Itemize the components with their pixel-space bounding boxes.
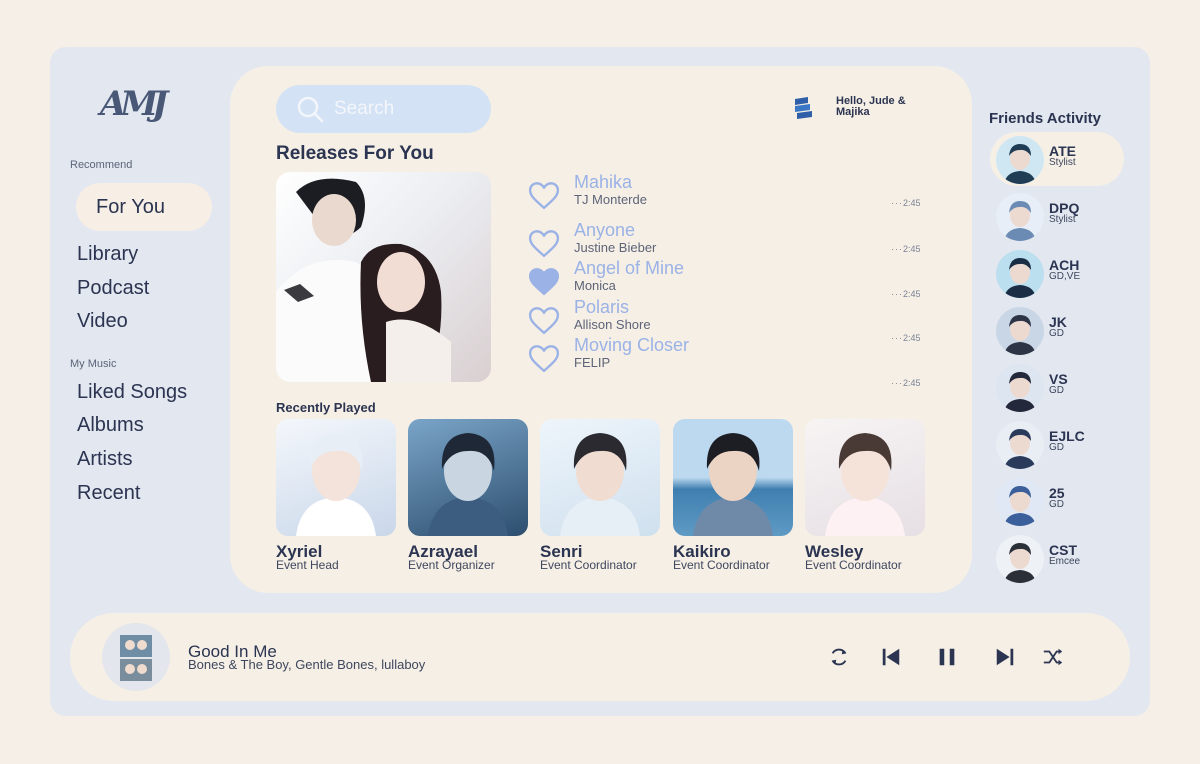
repeat-icon[interactable] [828,646,850,668]
avatar[interactable] [996,364,1044,412]
pause-icon[interactable] [936,646,958,668]
recent-card-role: Event Organizer [408,558,495,572]
avatar[interactable] [996,193,1044,241]
friend-role: GD,VE [1049,271,1081,282]
releases-heading: Releases For You [276,143,434,164]
recent-card-image[interactable] [540,419,660,536]
friends-heading: Friends Activity [989,110,1101,127]
song-artist: Allison Shore [574,317,651,332]
recent-card[interactable]: Kaikiro Event Coordinator [673,419,793,572]
heart-icon[interactable] [528,228,560,258]
search-input[interactable] [334,98,474,120]
friend-role: GD [1049,385,1064,396]
recent-card-role: Event Coordinator [540,558,637,572]
next-icon[interactable] [994,646,1016,668]
friend-role: Emcee [1049,556,1081,567]
now-playing-artist: Bones & The Boy, Gentle Bones, lullaboy [188,657,426,672]
song-artist: TJ Monterde [574,192,647,207]
recommend-label: Recommend [70,159,133,171]
song-artist: Monica [574,278,616,293]
song-row[interactable]: Mahika TJ Monterde ··· 2:45 [528,172,928,220]
search-icon [297,96,324,123]
now-playing-cover[interactable] [102,623,170,691]
friend-item[interactable]: VS GD [990,360,1124,414]
greeting-text: Hello, Jude & Majika [836,95,906,118]
song-duration: 2:45 [903,244,921,254]
friend-role: GD [1049,499,1064,510]
nav-albums[interactable]: Albums [77,414,144,437]
recent-card[interactable]: Wesley Event Coordinator [805,419,925,572]
recent-card-role: Event Coordinator [673,558,770,572]
friend-item[interactable]: CST Emcee [990,531,1124,585]
friend-role: GD [1049,328,1064,339]
song-artist: Justine Bieber [574,240,657,255]
nav-podcast[interactable]: Podcast [77,277,149,300]
recent-card[interactable]: Xyriel Event Head [276,419,396,572]
friend-item[interactable]: EJLC GD [990,417,1124,471]
song-artist: FELIP [574,355,611,370]
heart-filled-icon[interactable] [528,266,560,296]
more-icon[interactable]: ··· [891,244,903,254]
shuffle-icon[interactable] [1042,646,1064,668]
recent-card-image[interactable] [408,419,528,536]
app-logo[interactable]: AMJ [100,84,180,134]
song-title[interactable]: Anyone [574,220,635,241]
nav-video[interactable]: Video [77,310,128,333]
recent-card[interactable]: Azrayael Event Organizer [408,419,528,572]
music-logo-icon [795,97,812,119]
friend-item[interactable]: ACH GD,VE [990,246,1124,300]
nav-library[interactable]: Library [77,243,138,266]
recent-card-role: Event Head [276,558,339,572]
release-cover[interactable] [276,172,491,382]
user-greeting: Hello, Jude & Majika [792,95,926,119]
friend-role: Stylist [1049,157,1076,168]
song-duration: 2:45 [903,289,921,299]
now-playing-cover-image [120,635,152,681]
avatar[interactable] [996,136,1044,184]
previous-icon[interactable] [880,646,902,668]
nav-for-you[interactable]: For You [76,183,212,231]
friend-role: Stylist [1049,214,1076,225]
song-title[interactable]: Polaris [574,297,629,318]
song-title[interactable]: Angel of Mine [574,258,684,279]
recent-card-image[interactable] [673,419,793,536]
nav-artists[interactable]: Artists [77,448,133,471]
song-row[interactable]: Moving Closer FELIP ··· 2:45 [528,335,928,388]
nav-liked-songs[interactable]: Liked Songs [77,381,187,404]
avatar[interactable] [996,478,1044,526]
avatar[interactable] [996,421,1044,469]
song-duration: 2:45 [903,378,921,388]
search-bar[interactable] [276,85,491,133]
recent-card-image[interactable] [276,419,396,536]
song-title[interactable]: Moving Closer [574,335,689,356]
nav-recent[interactable]: Recent [77,482,140,505]
song-duration: 2:45 [903,333,921,343]
friend-item[interactable]: 25 GD [990,474,1124,528]
recent-card-image[interactable] [805,419,925,536]
more-icon[interactable]: ··· [891,198,903,208]
friend-item[interactable]: JK GD [990,303,1124,357]
recent-card[interactable]: Senri Event Coordinator [540,419,660,572]
recently-played-heading: Recently Played [276,400,376,415]
recent-card-role: Event Coordinator [805,558,902,572]
avatar[interactable] [996,307,1044,355]
heart-icon[interactable] [528,180,560,210]
more-icon[interactable]: ··· [891,289,903,299]
more-icon[interactable]: ··· [891,333,903,343]
friend-item[interactable]: DPQ Stylist [990,189,1124,243]
my-music-label: My Music [70,358,117,370]
heart-icon[interactable] [528,305,560,335]
friend-role: GD [1049,442,1064,453]
song-duration: 2:45 [903,198,921,208]
more-icon[interactable]: ··· [891,378,903,388]
friend-item[interactable]: ATE Stylist [990,132,1124,186]
song-title[interactable]: Mahika [574,172,632,193]
avatar[interactable] [996,535,1044,583]
avatar[interactable] [996,250,1044,298]
heart-icon[interactable] [528,343,560,373]
release-cover-image [276,178,451,382]
